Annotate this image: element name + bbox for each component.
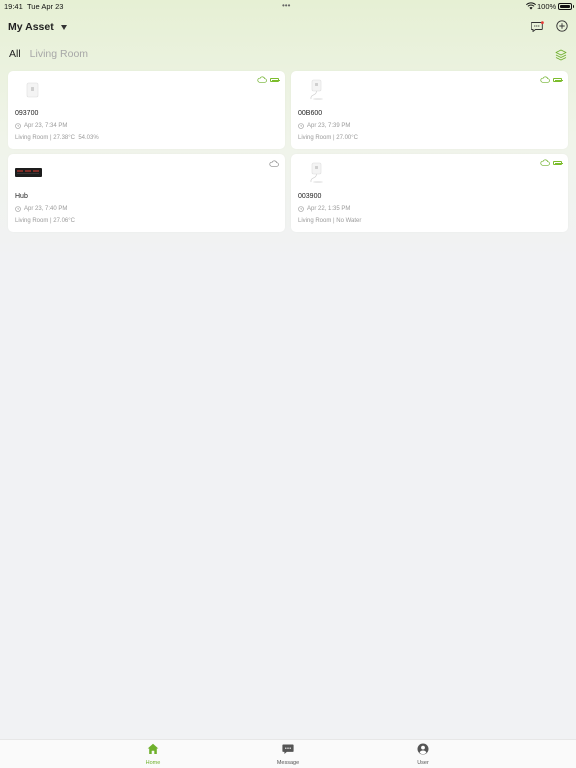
device-time-row: Apr 23, 7:34 PM <box>15 123 67 129</box>
status-time: 19:41 <box>4 2 23 11</box>
device-time-row: Apr 23, 7:39 PM <box>298 123 350 129</box>
device-name: 00B600 <box>298 110 323 117</box>
multitasking-dots-icon[interactable]: ••• <box>282 1 290 10</box>
page-title: My Asset <box>8 21 54 33</box>
message-icon[interactable] <box>531 21 544 32</box>
sensor-image <box>26 82 39 98</box>
hub-image <box>15 168 42 177</box>
device-name: Hub <box>15 193 28 200</box>
device-time-row: Apr 22, 1:35 PM <box>298 206 350 212</box>
cloud-icon <box>269 160 279 167</box>
cloud-icon <box>257 76 267 83</box>
device-card[interactable]: 093700 Apr 23, 7:34 PM Living Room | 27.… <box>8 71 285 149</box>
tab-message[interactable]: Message <box>268 743 308 766</box>
home-icon <box>147 743 159 754</box>
device-time: Apr 22, 1:35 PM <box>307 206 351 212</box>
device-location: Living Room | No Water <box>298 218 362 224</box>
tab-user-label: User <box>417 760 429 766</box>
device-location: Living Room | 27.06°C <box>15 218 75 224</box>
tab-message-label: Message <box>276 760 300 766</box>
device-time-row: Apr 23, 7:40 PM <box>15 206 67 212</box>
device-location: Living Room | 27.00°C <box>298 135 358 141</box>
tab-home[interactable]: Home <box>133 743 173 766</box>
tab-living-room[interactable]: Living Room <box>30 48 88 60</box>
device-time: Apr 23, 7:39 PM <box>307 123 351 129</box>
device-location: Living Room | 27.38°C 54.03% <box>15 135 99 141</box>
device-time: Apr 23, 7:34 PM <box>24 123 68 129</box>
clock-icon <box>15 123 21 129</box>
message-icon <box>282 744 294 754</box>
clock-icon <box>298 123 304 129</box>
battery-icon <box>558 3 574 10</box>
wifi-icon <box>526 2 536 10</box>
bottom-tab-bar: Home Message User <box>0 739 576 768</box>
device-name: 003900 <box>298 193 322 200</box>
status-date: Tue Apr 23 <box>27 2 64 11</box>
room-tabs: All Living Room <box>9 48 88 60</box>
user-icon <box>417 743 429 755</box>
device-time: Apr 23, 7:40 PM <box>24 206 68 212</box>
tab-home-label: Home <box>145 760 161 766</box>
cloud-icon <box>540 76 550 83</box>
battery-icon <box>553 78 563 82</box>
battery-icon <box>270 78 280 82</box>
add-icon[interactable] <box>556 20 568 32</box>
device-name: 093700 <box>15 110 39 117</box>
layers-icon[interactable] <box>555 49 567 61</box>
tab-all[interactable]: All <box>9 48 21 60</box>
device-card[interactable]: 00B600 Apr 23, 7:39 PM Living Room | 27.… <box>291 71 568 149</box>
status-bar: 19:41 Tue Apr 23 ••• 100% <box>0 0 576 12</box>
probe-image <box>310 79 323 100</box>
asset-selector[interactable]: My Asset <box>8 20 67 34</box>
battery-icon <box>553 161 563 165</box>
device-card[interactable]: Hub Apr 23, 7:40 PM Living Room | 27.06°… <box>8 154 285 232</box>
clock-icon <box>298 206 304 212</box>
tab-user[interactable]: User <box>403 743 443 766</box>
clock-icon <box>15 206 21 212</box>
cloud-icon <box>540 159 550 166</box>
probe-image <box>310 162 323 183</box>
battery-percentage: 100% <box>537 2 557 11</box>
device-card[interactable]: 003900 Apr 22, 1:35 PM Living Room | No … <box>291 154 568 232</box>
chevron-down-icon <box>60 24 67 30</box>
